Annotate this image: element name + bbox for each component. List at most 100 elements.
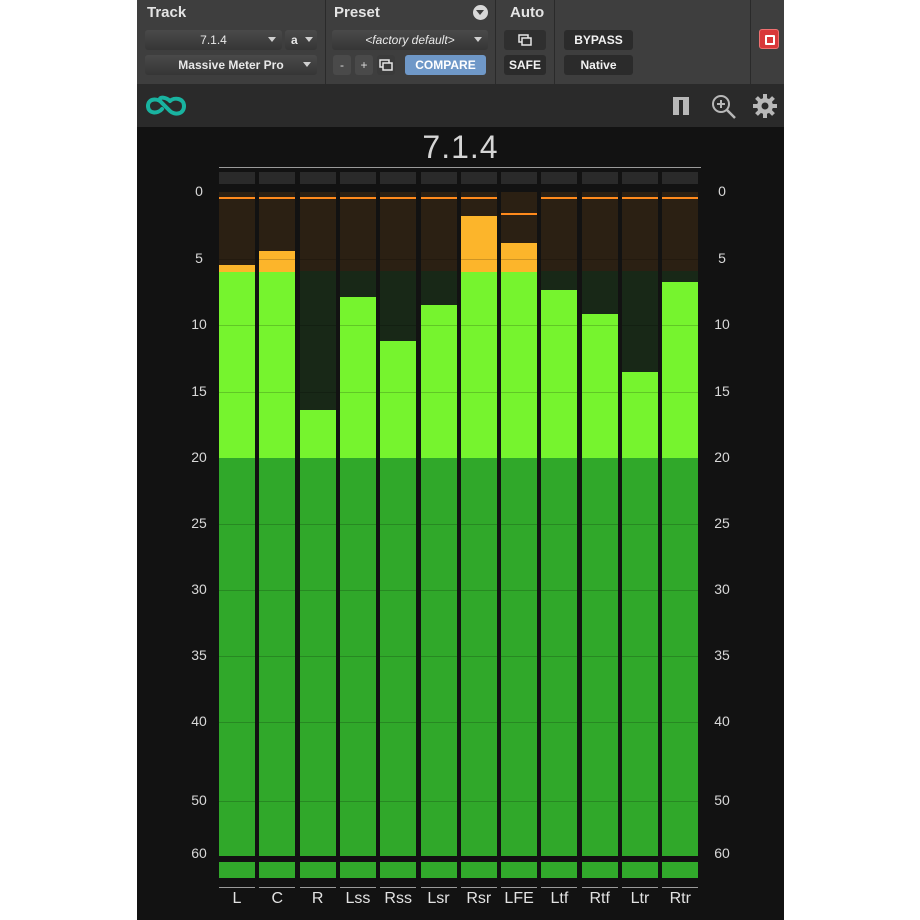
- grid-line: [622, 722, 658, 723]
- preset-menu-button[interactable]: [473, 5, 488, 20]
- grid-line: [662, 524, 699, 525]
- level-fill-peak-zone: [259, 250, 296, 272]
- channel-label: Rtr: [669, 890, 691, 907]
- meter-channel-r[interactable]: [299, 172, 336, 880]
- clip-indicator[interactable]: [259, 172, 296, 184]
- bg-grn-zone: [622, 458, 658, 856]
- scale-right-label: 60: [714, 845, 730, 861]
- meter-floor-segment: [662, 862, 699, 878]
- channel-label: Rsr: [466, 890, 492, 907]
- plugin-name: Massive Meter Pro: [178, 58, 284, 72]
- preset-name: <factory default>: [365, 33, 455, 47]
- grid-line: [581, 524, 618, 525]
- peak-hold-line: [299, 196, 336, 199]
- bypass-button[interactable]: BYPASS: [564, 30, 633, 50]
- grid-line: [622, 524, 658, 525]
- title-divider: [219, 167, 701, 168]
- grid-line: [219, 391, 255, 393]
- meter-bar: [339, 192, 376, 856]
- pause-icon[interactable]: [671, 96, 691, 116]
- grid-line: [339, 325, 376, 326]
- peak-hold-line: [541, 196, 578, 199]
- scale-left-label: 15: [191, 382, 207, 399]
- clip-indicator[interactable]: [662, 172, 699, 184]
- zoom-in-icon[interactable]: [711, 94, 737, 120]
- bypass-indicator-icon[interactable]: [759, 29, 779, 49]
- grid-line: [380, 391, 417, 393]
- clip-indicator[interactable]: [541, 172, 578, 184]
- peak-hold-line: [339, 196, 376, 199]
- meter-channel-ltr[interactable]: [622, 172, 658, 880]
- clip-indicator[interactable]: [380, 172, 417, 184]
- meter-channel-lss[interactable]: [339, 172, 376, 880]
- meter-channel-rsr[interactable]: [460, 172, 497, 880]
- scale-right-label: 40: [714, 713, 730, 729]
- meter-floor-segment: [581, 862, 618, 878]
- level-fill-mid-zone: [299, 410, 336, 458]
- scale-right-label: 35: [714, 647, 730, 663]
- grid-line: [420, 325, 457, 326]
- meter-channel-rtr[interactable]: [662, 172, 699, 880]
- level-fill-mid-zone: [420, 305, 457, 458]
- clip-indicator[interactable]: [460, 172, 497, 184]
- scale-left-label: 25: [191, 515, 207, 531]
- preset-copy-button[interactable]: [377, 55, 395, 75]
- grid-line: [219, 590, 255, 591]
- automation-window-button[interactable]: [504, 30, 546, 50]
- preset-section-label: Preset: [334, 4, 380, 21]
- grid-line: [259, 391, 296, 393]
- scale-right-label: 15: [714, 382, 730, 399]
- meter-channel-c[interactable]: [259, 172, 296, 880]
- bg-grn-zone: [219, 458, 255, 856]
- bg-grn-zone: [581, 458, 618, 856]
- meter-channel-rss[interactable]: [380, 172, 417, 880]
- safe-button[interactable]: SAFE: [504, 55, 546, 75]
- chevron-down-icon: [268, 37, 276, 42]
- native-button[interactable]: Native: [564, 55, 633, 75]
- compare-button[interactable]: COMPARE: [405, 55, 486, 75]
- meter-channel-rtf[interactable]: [581, 172, 618, 880]
- clip-indicator[interactable]: [299, 172, 336, 184]
- peak-hold-line: [501, 212, 538, 215]
- grid-line: [380, 722, 417, 723]
- plugin-selector[interactable]: Massive Meter Pro: [145, 55, 317, 75]
- clip-indicator[interactable]: [581, 172, 618, 184]
- grid-line: [501, 656, 538, 657]
- gear-icon[interactable]: [753, 94, 777, 118]
- meter-channel-l[interactable]: [219, 172, 255, 880]
- clip-indicator[interactable]: [501, 172, 538, 184]
- grid-line: [622, 391, 658, 393]
- scale-left-label: 35: [191, 647, 207, 663]
- meter-channel-lfe[interactable]: [501, 172, 538, 880]
- channel-label-rule: [622, 887, 658, 888]
- clip-indicator[interactable]: [339, 172, 376, 184]
- meter-channel-ltf[interactable]: [541, 172, 578, 880]
- chevron-down-icon: [476, 10, 484, 15]
- grid-line: [541, 325, 578, 326]
- level-fill-mid-zone: [581, 314, 618, 458]
- peak-hold-line: [460, 196, 497, 199]
- grid-line: [219, 722, 255, 723]
- clip-indicator[interactable]: [622, 172, 658, 184]
- next-preset-button[interactable]: +: [355, 55, 373, 75]
- grid-line: [622, 801, 658, 802]
- grid-line: [259, 590, 296, 591]
- meter-channel-lsr[interactable]: [420, 172, 457, 880]
- scale-left-label: 30: [191, 581, 207, 597]
- clip-indicator[interactable]: [420, 172, 457, 184]
- track-channel-selector[interactable]: a: [285, 30, 317, 50]
- preset-selector[interactable]: <factory default>: [332, 30, 488, 50]
- meter-floor-segment: [460, 862, 497, 878]
- grid-line: [622, 656, 658, 657]
- grid-line: [259, 524, 296, 525]
- chevron-down-icon: [303, 62, 311, 67]
- track-selector[interactable]: 7.1.4: [145, 30, 282, 50]
- clip-indicator[interactable]: [219, 172, 255, 184]
- bg-grn-zone: [299, 458, 336, 856]
- peak-hold-line: [219, 196, 255, 199]
- grid-line: [581, 801, 618, 802]
- channel-label: L: [232, 890, 242, 907]
- bg-grn-zone: [662, 458, 699, 856]
- channel-label-rule: [581, 887, 618, 888]
- previous-preset-button[interactable]: -: [333, 55, 351, 75]
